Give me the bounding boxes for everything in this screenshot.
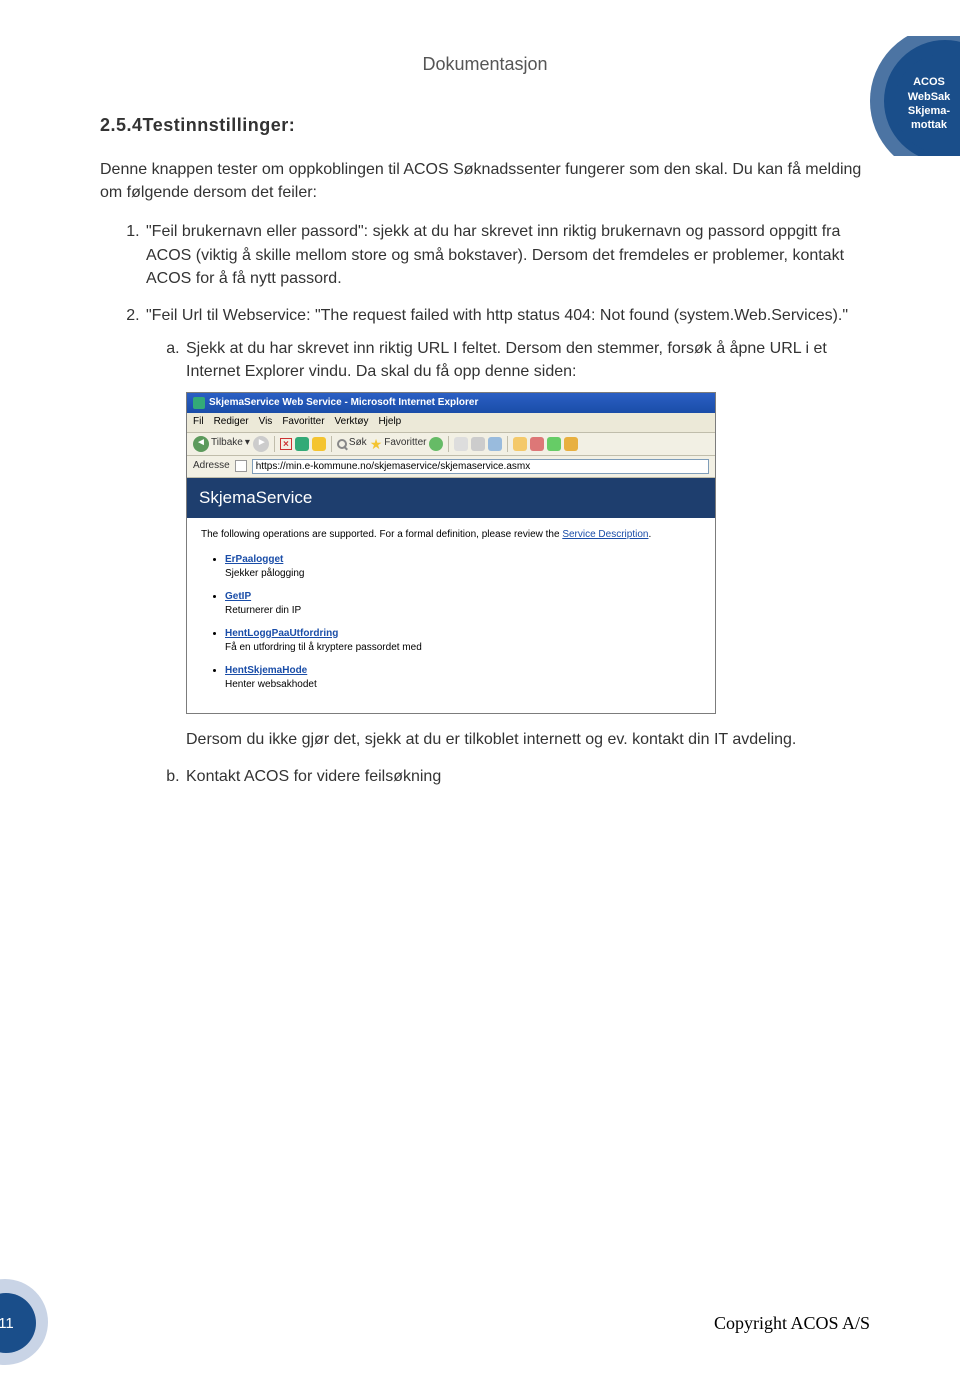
ie-toolbar: Tilbake ▾ × Søk — [187, 433, 715, 456]
operation-desc: Henter websakhodet — [225, 678, 701, 693]
star-icon: ★ — [370, 437, 383, 451]
brand-badge: ACOS WebSak Skjema- mottak — [840, 36, 960, 156]
stop-icon[interactable]: × — [280, 438, 292, 450]
ie-menubar: Fil Rediger Vis Favoritter Verktøy Hjelp — [187, 413, 715, 433]
service-title: SkjemaService — [187, 478, 715, 519]
ie-app-icon — [193, 397, 205, 409]
operation-desc: Sjekker pålogging — [225, 567, 701, 582]
back-button[interactable]: Tilbake ▾ — [193, 436, 250, 452]
search-button[interactable]: Søk — [337, 436, 367, 451]
address-label: Adresse — [193, 459, 230, 474]
operation-item: HentSkjemaHode Henter websakhodet — [225, 664, 701, 693]
page-number: 11 — [0, 1315, 14, 1332]
menu-item[interactable]: Verktøy — [335, 415, 369, 430]
menu-item[interactable]: Vis — [259, 415, 273, 430]
operations-list: ErPaalogget Sjekker pålogging GetIP Retu… — [201, 553, 701, 693]
list-item: "Feil brukernavn eller passord": sjekk a… — [144, 220, 870, 290]
history-icon[interactable] — [429, 437, 443, 451]
page-icon — [235, 460, 247, 472]
refresh-icon[interactable] — [295, 437, 309, 451]
operation-item: GetIP Returnerer din IP — [225, 590, 701, 619]
operation-desc: Få en utfordring til å kryptere passorde… — [225, 641, 701, 656]
home-icon[interactable] — [312, 437, 326, 451]
operation-link[interactable]: GetIP — [225, 591, 251, 602]
operation-item: HentLoggPaaUtfordring Få en utfordring t… — [225, 627, 701, 656]
copyright-text: Copyright ACOS A/S — [714, 1313, 870, 1334]
menu-item[interactable]: Hjelp — [378, 415, 401, 430]
numbered-list: "Feil brukernavn eller passord": sjekk a… — [100, 220, 870, 788]
badge-text: ACOS WebSak Skjema- mottak — [908, 75, 951, 132]
forward-button[interactable] — [253, 436, 269, 452]
supported-text: The following operations are supported. … — [201, 528, 701, 543]
list-item: Sjekk at du har skrevet inn riktig URL I… — [184, 337, 870, 751]
service-description-link[interactable]: Service Description — [562, 529, 648, 540]
page-number-badge: 11 — [0, 1295, 90, 1351]
assist-icon[interactable] — [564, 437, 578, 451]
forward-icon — [253, 436, 269, 452]
page-header-label: Dokumentasjon — [100, 50, 870, 75]
menu-item[interactable]: Rediger — [214, 415, 249, 430]
operation-link[interactable]: HentSkjemaHode — [225, 665, 307, 676]
list-item: Kontakt ACOS for videre feilsøkning — [184, 765, 870, 788]
operation-link[interactable]: ErPaalogget — [225, 554, 283, 565]
operation-item: ErPaalogget Sjekker pålogging — [225, 553, 701, 582]
messenger-icon[interactable] — [547, 437, 561, 451]
print-icon[interactable] — [471, 437, 485, 451]
after-screenshot-text: Dersom du ikke gjør det, sjekk at du er … — [186, 728, 870, 751]
discuss-icon[interactable] — [530, 437, 544, 451]
favorites-button[interactable]: ★ Favoritter — [370, 436, 427, 451]
search-icon — [337, 439, 347, 449]
list-item: "Feil Url til Webservice: "The request f… — [144, 304, 870, 788]
mail-icon[interactable] — [454, 437, 468, 451]
intro-paragraph: Denne knappen tester om oppkoblingen til… — [100, 158, 870, 204]
back-icon — [193, 436, 209, 452]
edit-icon[interactable] — [488, 437, 502, 451]
operation-link[interactable]: HentLoggPaaUtfordring — [225, 628, 338, 639]
address-input[interactable] — [252, 459, 709, 474]
folder-icon[interactable] — [513, 437, 527, 451]
embedded-screenshot: SkjemaService Web Service - Microsoft In… — [186, 392, 716, 714]
section-heading: 2.5.4Testinnstillinger: — [100, 115, 870, 136]
menu-item[interactable]: Favoritter — [282, 415, 324, 430]
ie-addressbar: Adresse — [187, 456, 715, 478]
menu-item[interactable]: Fil — [193, 415, 204, 430]
window-title: SkjemaService Web Service - Microsoft In… — [209, 396, 478, 411]
lettered-list: Sjekk at du har skrevet inn riktig URL I… — [146, 337, 870, 788]
operation-desc: Returnerer din IP — [225, 604, 701, 619]
ie-titlebar: SkjemaService Web Service - Microsoft In… — [187, 393, 715, 414]
